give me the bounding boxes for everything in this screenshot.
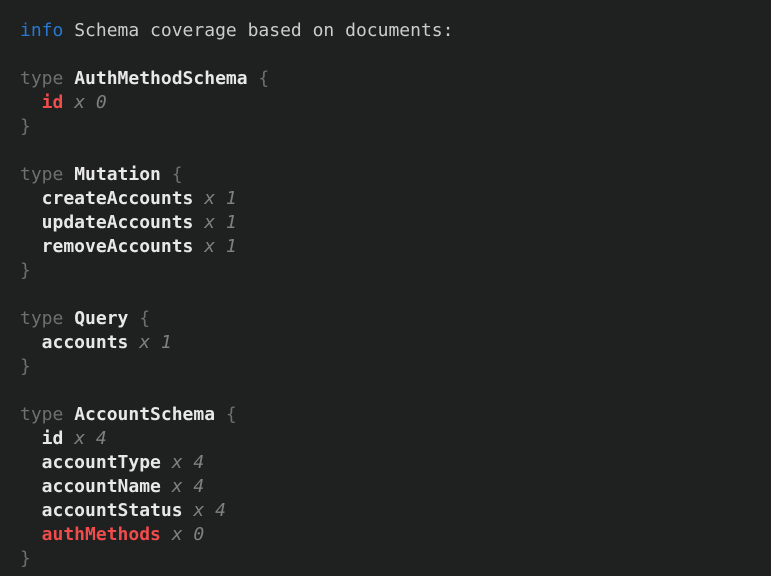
close-brace: }	[20, 355, 31, 379]
field-row: accountName x 4	[20, 475, 757, 499]
type-header-line: type AccountSchema {	[20, 403, 757, 427]
field-row: createAccounts x 1	[20, 187, 757, 211]
field-name: id	[42, 427, 64, 451]
type-header-line: type Query {	[20, 307, 757, 331]
close-brace-line: }	[20, 115, 757, 139]
close-brace-line: }	[20, 547, 757, 571]
close-brace-line: }	[20, 259, 757, 283]
type-keyword: type	[20, 403, 63, 427]
type-header-line: type Mutation {	[20, 163, 757, 187]
field-count: x 4	[172, 475, 205, 499]
close-brace: }	[20, 547, 31, 571]
field-row: accounts x 1	[20, 331, 757, 355]
field-row: id x 4	[20, 427, 757, 451]
field-count: x 1	[139, 331, 172, 355]
field-row: authMethods x 0	[20, 523, 757, 547]
field-count: x 1	[204, 187, 237, 211]
open-brace: {	[139, 307, 150, 331]
type-name: Query	[74, 307, 128, 331]
field-name: createAccounts	[42, 187, 194, 211]
field-count: x 4	[74, 427, 107, 451]
field-name: authMethods	[42, 523, 161, 547]
type-block-accountschema: type AccountSchema { id x 4 accountType …	[20, 403, 757, 571]
close-brace: }	[20, 115, 31, 139]
field-name: accountName	[42, 475, 161, 499]
field-count: x 4	[172, 451, 205, 475]
log-level-info: info	[20, 19, 63, 43]
log-message: Schema coverage based on documents:	[74, 19, 453, 43]
close-brace-line: }	[20, 355, 757, 379]
type-keyword: type	[20, 163, 63, 187]
field-name: accountStatus	[42, 499, 183, 523]
field-row: accountType x 4	[20, 451, 757, 475]
field-name: removeAccounts	[42, 235, 194, 259]
type-block-authmethodschema: type AuthMethodSchema { id x 0 }	[20, 67, 757, 139]
field-count: x 4	[193, 499, 226, 523]
type-name: AuthMethodSchema	[74, 67, 247, 91]
field-row: accountStatus x 4	[20, 499, 757, 523]
type-name: AccountSchema	[74, 403, 215, 427]
type-block-query: type Query { accounts x 1 }	[20, 307, 757, 379]
type-name: Mutation	[74, 163, 161, 187]
field-name: updateAccounts	[42, 211, 194, 235]
type-block-mutation: type Mutation { createAccounts x 1 updat…	[20, 163, 757, 283]
type-keyword: type	[20, 307, 63, 331]
close-brace: }	[20, 259, 31, 283]
field-count: x 1	[204, 211, 237, 235]
field-name: id	[42, 91, 64, 115]
type-header-line: type AuthMethodSchema {	[20, 67, 757, 91]
field-name: accountType	[42, 451, 161, 475]
log-line: info Schema coverage based on documents:	[20, 19, 757, 43]
open-brace: {	[226, 403, 237, 427]
field-count: x 1	[204, 235, 237, 259]
field-count: x 0	[172, 523, 205, 547]
field-count: x 0	[74, 91, 107, 115]
field-row: removeAccounts x 1	[20, 235, 757, 259]
field-name: accounts	[42, 331, 129, 355]
type-keyword: type	[20, 67, 63, 91]
open-brace: {	[172, 163, 183, 187]
open-brace: {	[258, 67, 269, 91]
field-row: id x 0	[20, 91, 757, 115]
terminal-output[interactable]: info Schema coverage based on documents:…	[0, 0, 771, 576]
field-row: updateAccounts x 1	[20, 211, 757, 235]
